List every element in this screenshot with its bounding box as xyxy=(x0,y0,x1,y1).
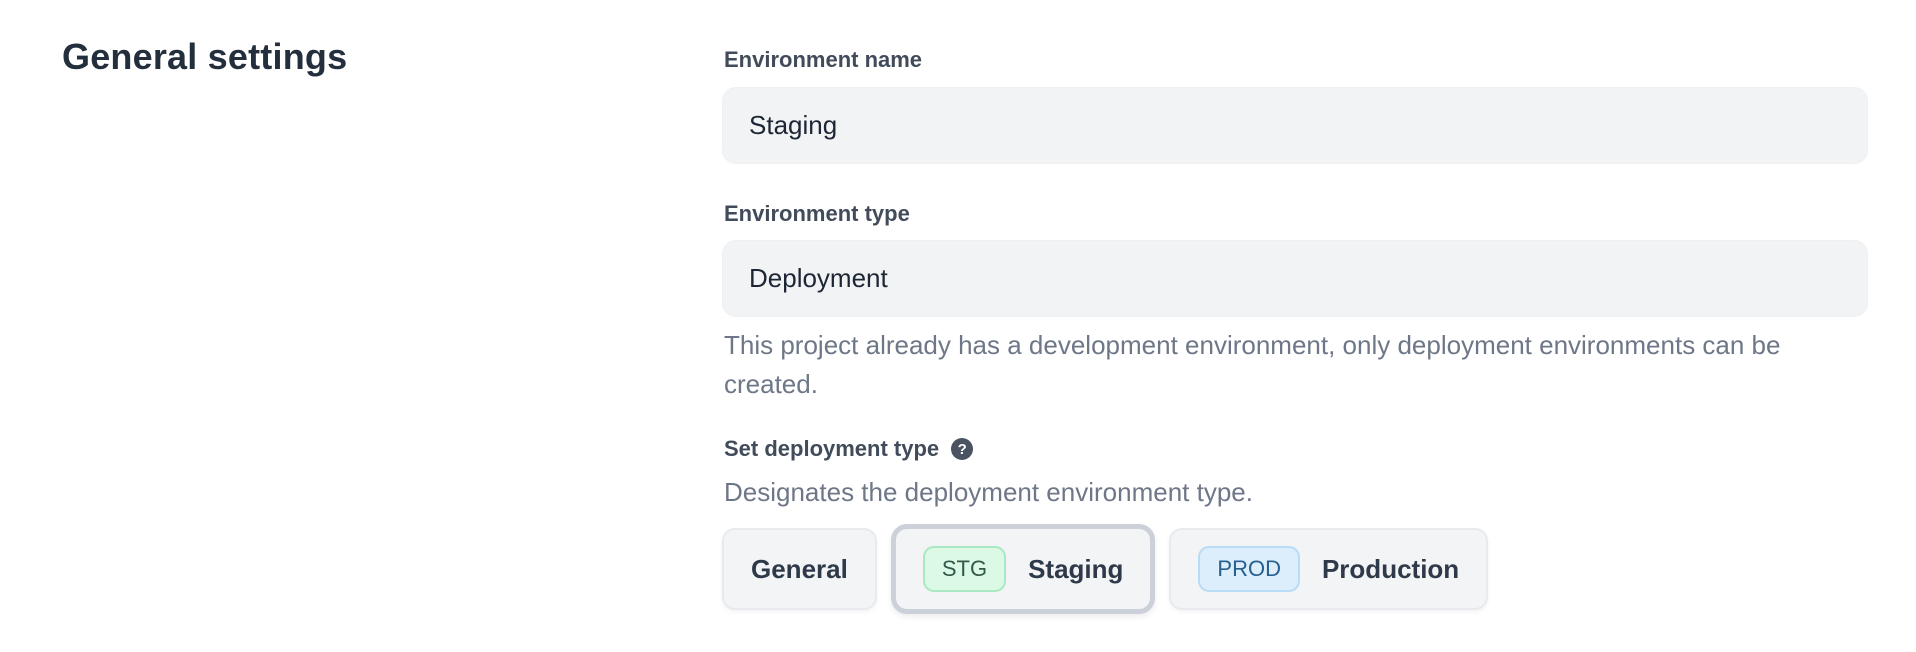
page-title: General settings xyxy=(62,36,347,78)
deployment-option-staging-label: Staging xyxy=(1028,554,1123,585)
deployment-type-label: Set deployment type xyxy=(724,436,939,462)
environment-name-label: Environment name xyxy=(724,47,922,73)
settings-form: Environment name Environment type This p… xyxy=(722,0,1868,652)
deployment-option-staging-button[interactable]: STG Staging xyxy=(891,524,1156,614)
environment-type-label: Environment type xyxy=(724,201,910,227)
deployment-type-label-row: Set deployment type ? xyxy=(724,436,973,462)
prod-badge: PROD xyxy=(1198,546,1300,592)
deployment-option-production-button[interactable]: PROD Production xyxy=(1169,528,1488,610)
deployment-type-options: General STG Staging PROD Production xyxy=(722,524,1488,614)
deployment-type-description: Designates the deployment environment ty… xyxy=(724,477,1253,508)
environment-type-input[interactable] xyxy=(722,240,1868,317)
help-icon[interactable]: ? xyxy=(951,438,973,460)
deployment-option-production-label: Production xyxy=(1322,554,1459,585)
environment-name-input[interactable] xyxy=(722,87,1868,164)
deployment-option-general-button[interactable]: General xyxy=(722,528,877,610)
deployment-option-general-label: General xyxy=(751,554,848,585)
general-settings-page: General settings Environment name Enviro… xyxy=(0,0,1916,652)
stg-badge: STG xyxy=(923,546,1006,592)
environment-type-help-text: This project already has a development e… xyxy=(724,326,1864,404)
